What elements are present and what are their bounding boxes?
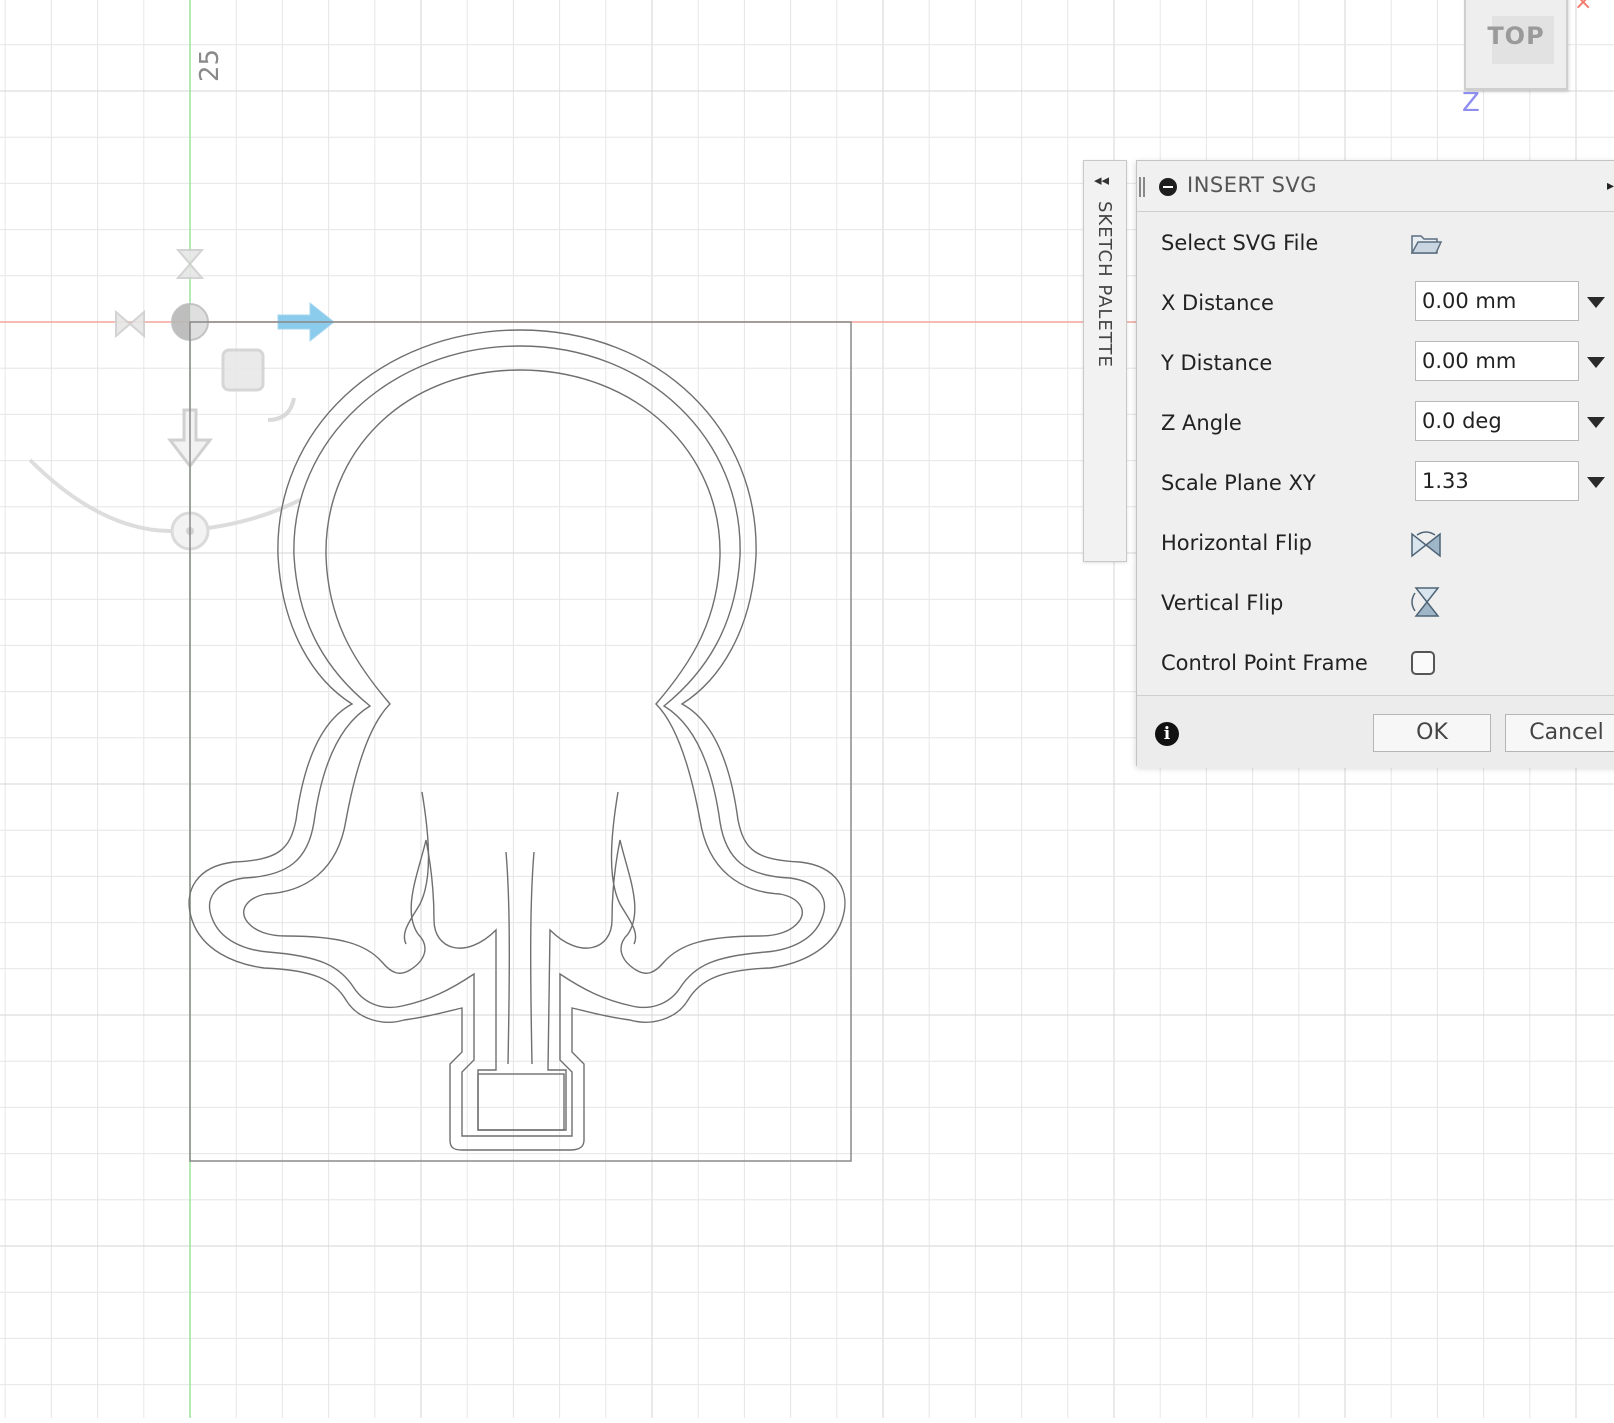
viewcube-close-icon[interactable]: × [1574,0,1592,15]
plane-move-handle-icon[interactable] [221,348,265,392]
scale-dropdown-icon[interactable] [1587,477,1605,488]
design-canvas[interactable]: 25 TOP Z × ◂◂ SKETCH PALETTE INSERT SVG … [0,0,1614,1418]
svg-bounding-frame[interactable] [189,321,852,1162]
sketch-palette-tab[interactable]: ◂◂ SKETCH PALETTE [1083,160,1127,562]
y-distance-dropdown-icon[interactable] [1587,357,1605,368]
ok-button[interactable]: OK [1373,714,1491,752]
origin-handle-half [172,304,190,340]
ruler-label: 25 [195,49,225,82]
scale-plane-xy-label: Scale Plane XY [1161,471,1316,495]
x-distance-dropdown-icon[interactable] [1587,297,1605,308]
control-point-frame-label: Control Point Frame [1161,651,1368,675]
collapse-circle-icon[interactable] [1159,178,1177,196]
viewcube-z-axis-label: Z [1462,88,1480,118]
x-distance-input[interactable]: 0.00 mm [1415,281,1579,321]
sketch-palette-label: SKETCH PALETTE [1094,201,1115,368]
y-distance-input[interactable]: 0.00 mm [1415,341,1579,381]
horizontal-flip-icon[interactable] [1409,527,1443,561]
expand-arrow-icon[interactable]: ▸ [1607,177,1614,194]
vertical-flip-label: Vertical Flip [1161,591,1284,615]
x-distance-label: X Distance [1161,291,1274,315]
drag-grip-icon[interactable] [1139,177,1145,197]
vertical-flip-icon[interactable] [1409,585,1443,619]
cancel-button[interactable]: Cancel [1505,714,1614,752]
folder-open-icon[interactable] [1409,227,1443,261]
viewcube[interactable]: TOP [1464,0,1568,90]
z-angle-dropdown-icon[interactable] [1587,417,1605,428]
imported-svg-shape[interactable] [188,329,846,1151]
move-manipulator[interactable] [28,249,335,551]
y-distance-label: Y Distance [1161,351,1273,375]
dialog-footer: i OK Cancel [1137,695,1614,768]
collapse-palette-icon[interactable]: ◂◂ [1094,171,1109,189]
dialog-header[interactable]: INSERT SVG ▸ [1137,161,1614,212]
dialog-title: INSERT SVG [1187,173,1318,197]
manipulator-vflip-icon[interactable] [175,249,205,279]
select-svg-file-label: Select SVG File [1161,231,1319,255]
viewcube-face-label: TOP [1487,22,1545,50]
z-angle-label: Z Angle [1161,411,1242,435]
scale-plane-xy-input[interactable]: 1.33 [1415,461,1579,501]
control-point-frame-checkbox[interactable] [1411,651,1435,675]
rotation-arc [28,458,301,534]
manipulator-hflip-icon[interactable] [115,309,145,339]
info-icon[interactable]: i [1155,722,1179,746]
rotate-corner-handle-icon[interactable] [267,397,296,422]
horizontal-flip-label: Horizontal Flip [1161,531,1312,555]
insert-svg-dialog: INSERT SVG ▸ Select SVG File X Distance … [1136,160,1614,768]
z-angle-input[interactable]: 0.0 deg [1415,401,1579,441]
